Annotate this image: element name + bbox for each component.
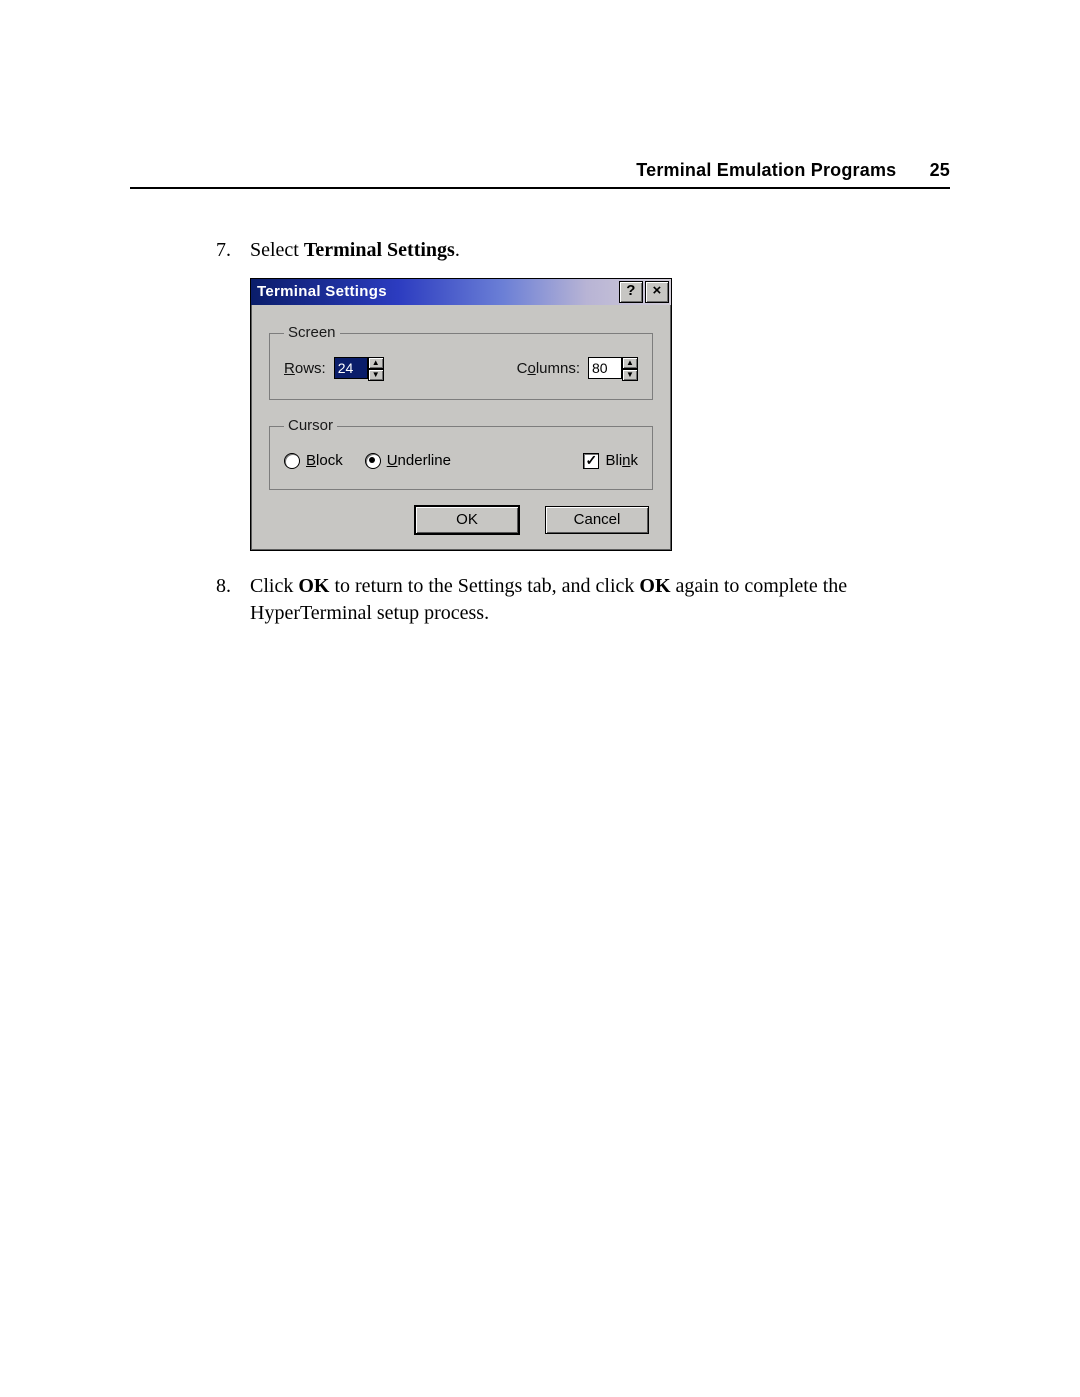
page-header: Terminal Emulation Programs 25 (130, 160, 950, 189)
step-7: 7. Select Terminal Settings. (250, 237, 950, 264)
rows-spinner[interactable]: ▲ ▼ (334, 357, 384, 381)
help-button[interactable]: ? (619, 281, 643, 303)
header-title: Terminal Emulation Programs (636, 160, 896, 180)
step-8-text: Click OK to return to the Settings tab, … (250, 575, 847, 624)
columns-down-icon[interactable]: ▼ (622, 369, 638, 381)
columns-spinner[interactable]: ▲ ▼ (588, 357, 638, 381)
cancel-button[interactable]: Cancel (545, 506, 649, 534)
step-7-number: 7. (216, 237, 231, 264)
cursor-blink-checkbox[interactable]: Blink (583, 451, 638, 471)
cursor-blink-label: Blink (605, 451, 638, 471)
screen-legend: Screen (284, 323, 340, 343)
page-number: 25 (930, 160, 950, 181)
dialog-title: Terminal Settings (257, 282, 387, 302)
cursor-block-label: Block (306, 451, 343, 471)
terminal-settings-dialog: Terminal Settings ? × Screen Rows: (250, 278, 672, 551)
ok-button[interactable]: OK (415, 506, 519, 534)
screen-group: Screen Rows: ▲ ▼ (269, 323, 653, 400)
radio-icon (284, 453, 300, 469)
columns-up-icon[interactable]: ▲ (622, 357, 638, 369)
help-icon: ? (626, 282, 635, 299)
rows-label: Rows: (284, 359, 326, 379)
columns-input[interactable] (588, 357, 622, 379)
cursor-underline-radio[interactable]: Underline (365, 451, 451, 471)
dialog-titlebar: Terminal Settings ? × (251, 279, 671, 305)
cursor-underline-label: Underline (387, 451, 451, 471)
cursor-group: Cursor Block Underline B (269, 416, 653, 490)
rows-input[interactable] (334, 357, 368, 379)
checkbox-icon (583, 453, 599, 469)
close-button[interactable]: × (645, 281, 669, 303)
cursor-legend: Cursor (284, 416, 337, 436)
radio-icon (365, 453, 381, 469)
cursor-block-radio[interactable]: Block (284, 451, 343, 471)
rows-down-icon[interactable]: ▼ (368, 369, 384, 381)
step-7-text: Select Terminal Settings. (250, 239, 460, 261)
rows-up-icon[interactable]: ▲ (368, 357, 384, 369)
columns-label: Columns: (517, 359, 580, 379)
step-8: 8. Click OK to return to the Settings ta… (250, 573, 950, 627)
step-8-number: 8. (216, 573, 231, 600)
close-icon: × (652, 282, 661, 299)
